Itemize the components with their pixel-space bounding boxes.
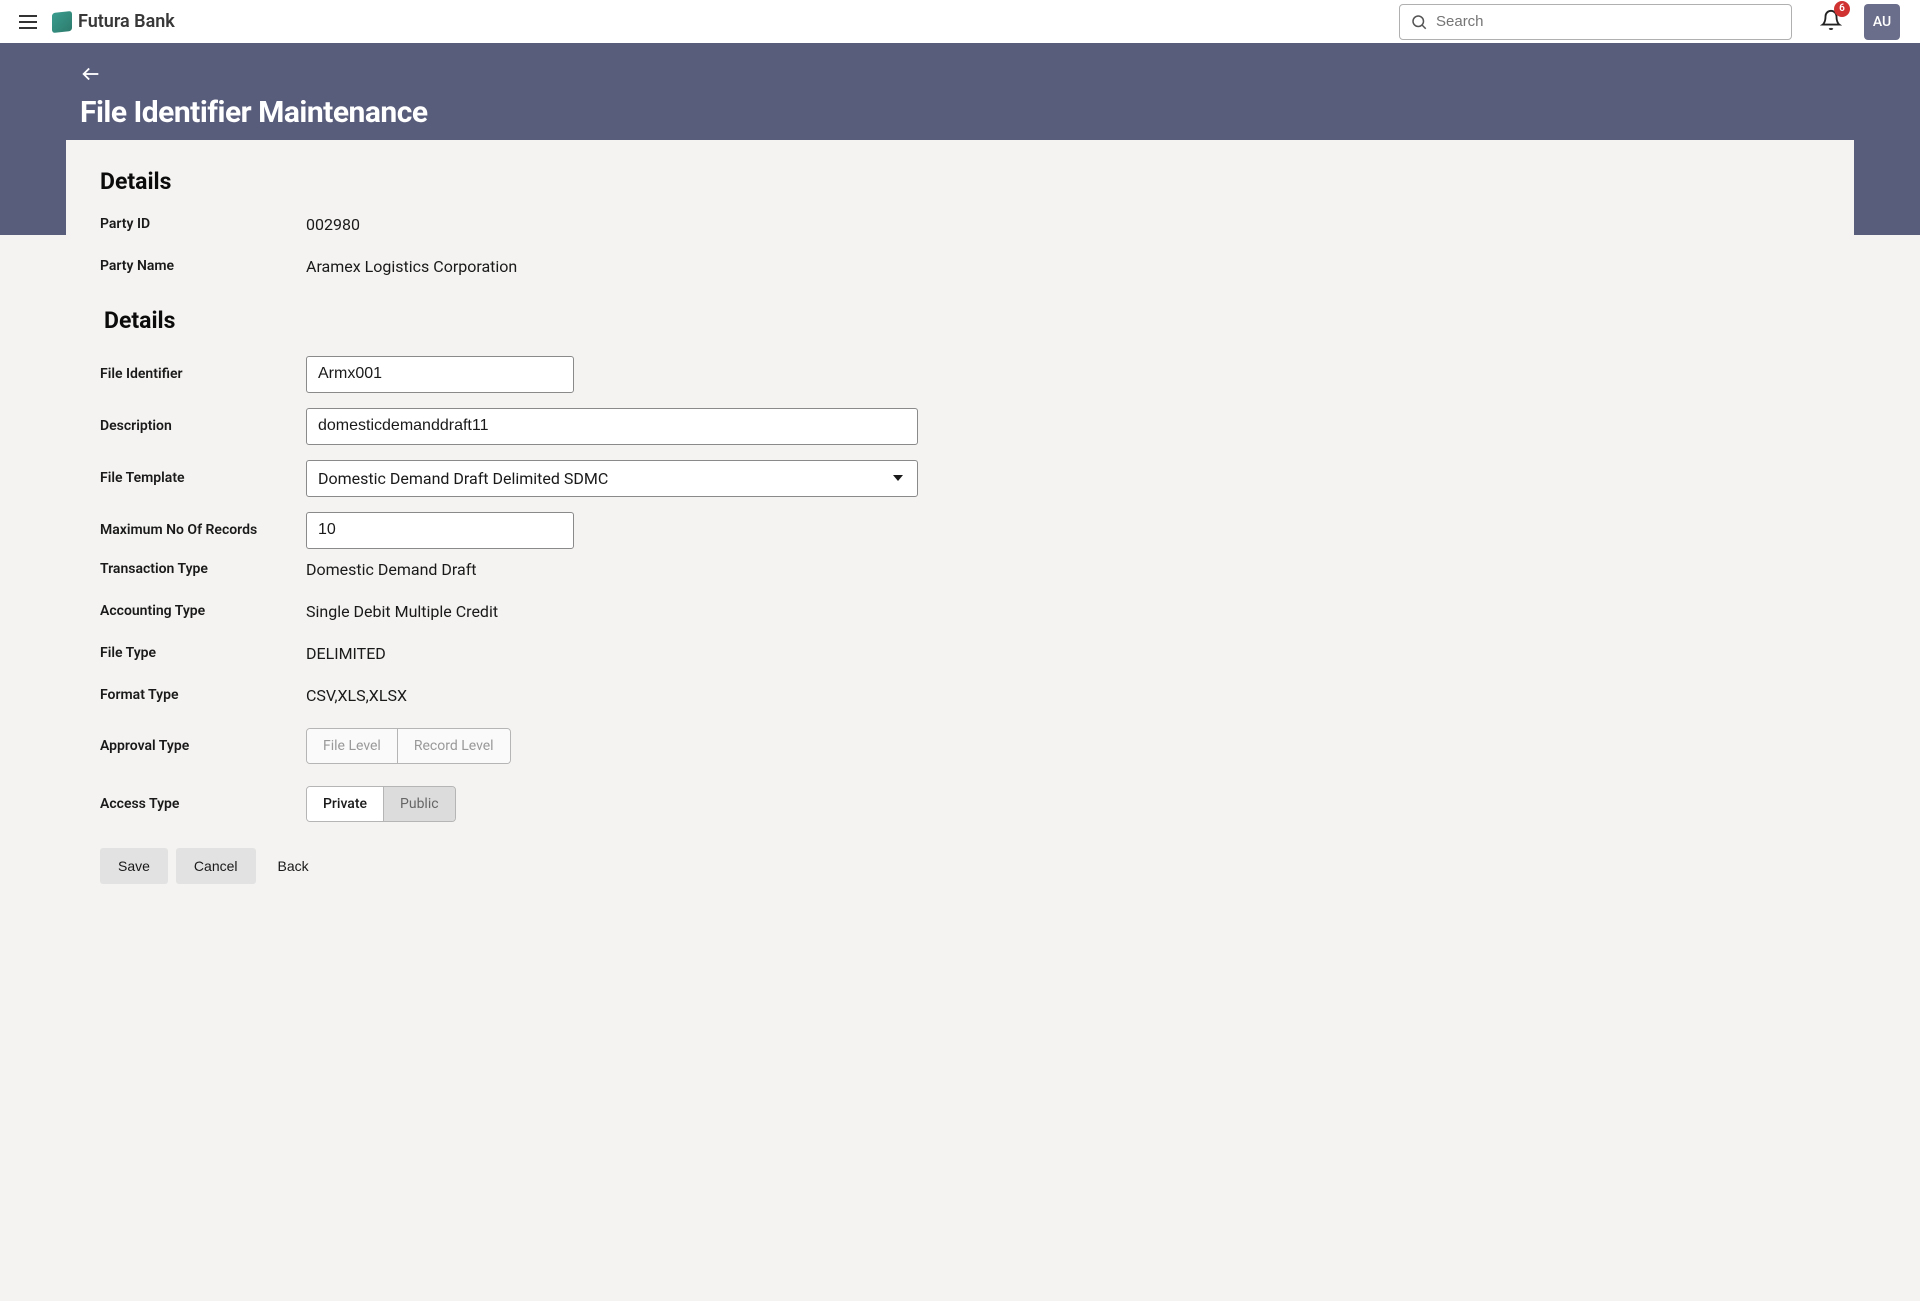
file-details-section: Details File Identifier Description File… xyxy=(100,307,1820,822)
chevron-down-icon xyxy=(893,473,903,483)
notifications-badge: 6 xyxy=(1834,1,1850,17)
label-file-type: File Type xyxy=(100,645,306,661)
section-heading: Details xyxy=(100,168,1820,195)
top-bar: Futura Bank 6 AU xyxy=(0,0,1920,43)
field-approval-type: Approval Type File Level Record Level xyxy=(100,728,1820,764)
toggle-record-level: Record Level xyxy=(397,729,510,763)
field-max-records: Maximum No Of Records xyxy=(100,506,1820,554)
value-format-type: CSV,XLS,XLSX xyxy=(306,686,407,705)
toggle-public[interactable]: Public xyxy=(383,787,455,821)
action-bar: Save Cancel Back xyxy=(100,848,1820,884)
hamburger-icon[interactable] xyxy=(16,10,40,34)
page-title: File Identifier Maintenance xyxy=(80,95,1890,130)
value-transaction-type: Domestic Demand Draft xyxy=(306,560,477,579)
toggle-approval-type: File Level Record Level xyxy=(306,728,511,764)
label-transaction-type: Transaction Type xyxy=(100,561,306,577)
search-input[interactable] xyxy=(1436,13,1781,30)
back-arrow-icon[interactable] xyxy=(80,63,102,85)
input-max-records[interactable] xyxy=(306,512,574,549)
cancel-button[interactable]: Cancel xyxy=(176,848,256,884)
brand-logo[interactable]: Futura Bank xyxy=(52,11,175,32)
input-description[interactable] xyxy=(306,408,918,445)
toggle-file-level: File Level xyxy=(307,729,397,763)
label-party-id: Party ID xyxy=(100,216,306,232)
input-file-identifier[interactable] xyxy=(306,356,574,393)
main-card: Details Party ID 002980 Party Name Arame… xyxy=(66,140,1854,924)
value-party-id: 002980 xyxy=(306,215,360,234)
back-button[interactable]: Back xyxy=(264,848,323,884)
label-access-type: Access Type xyxy=(100,796,306,812)
toggle-access-type[interactable]: Private Public xyxy=(306,786,456,822)
value-party-name: Aramex Logistics Corporation xyxy=(306,257,517,276)
label-max-records: Maximum No Of Records xyxy=(100,522,306,538)
brand-mark-icon xyxy=(52,10,72,32)
search-icon xyxy=(1410,13,1428,31)
field-accounting-type: Accounting Type Single Debit Multiple Cr… xyxy=(100,596,1820,626)
toggle-private[interactable]: Private xyxy=(307,787,383,821)
party-details-section: Details Party ID 002980 Party Name Arame… xyxy=(100,168,1820,281)
select-file-template-value: Domestic Demand Draft Delimited SDMC xyxy=(318,469,608,488)
field-party-id: Party ID 002980 xyxy=(100,209,1820,239)
field-description: Description xyxy=(100,402,1820,450)
field-party-name: Party Name Aramex Logistics Corporation xyxy=(100,251,1820,281)
label-party-name: Party Name xyxy=(100,258,306,274)
label-format-type: Format Type xyxy=(100,687,306,703)
label-file-identifier: File Identifier xyxy=(100,366,306,382)
field-file-identifier: File Identifier xyxy=(100,350,1820,398)
value-accounting-type: Single Debit Multiple Credit xyxy=(306,602,498,621)
search-field[interactable] xyxy=(1399,4,1792,40)
field-transaction-type: Transaction Type Domestic Demand Draft xyxy=(100,554,1820,584)
section-heading: Details xyxy=(104,307,1820,334)
value-file-type: DELIMITED xyxy=(306,644,386,663)
field-format-type: Format Type CSV,XLS,XLSX xyxy=(100,680,1820,710)
field-file-type: File Type DELIMITED xyxy=(100,638,1820,668)
label-description: Description xyxy=(100,418,306,434)
field-access-type: Access Type Private Public xyxy=(100,786,1820,822)
notifications-button[interactable]: 6 xyxy=(1820,9,1842,35)
label-approval-type: Approval Type xyxy=(100,738,306,754)
field-file-template: File Template Domestic Demand Draft Deli… xyxy=(100,454,1820,502)
select-file-template[interactable]: Domestic Demand Draft Delimited SDMC xyxy=(306,460,918,497)
brand-name: Futura Bank xyxy=(78,11,175,32)
save-button[interactable]: Save xyxy=(100,848,168,884)
label-accounting-type: Accounting Type xyxy=(100,603,306,619)
user-avatar[interactable]: AU xyxy=(1864,4,1900,40)
label-file-template: File Template xyxy=(100,470,306,486)
